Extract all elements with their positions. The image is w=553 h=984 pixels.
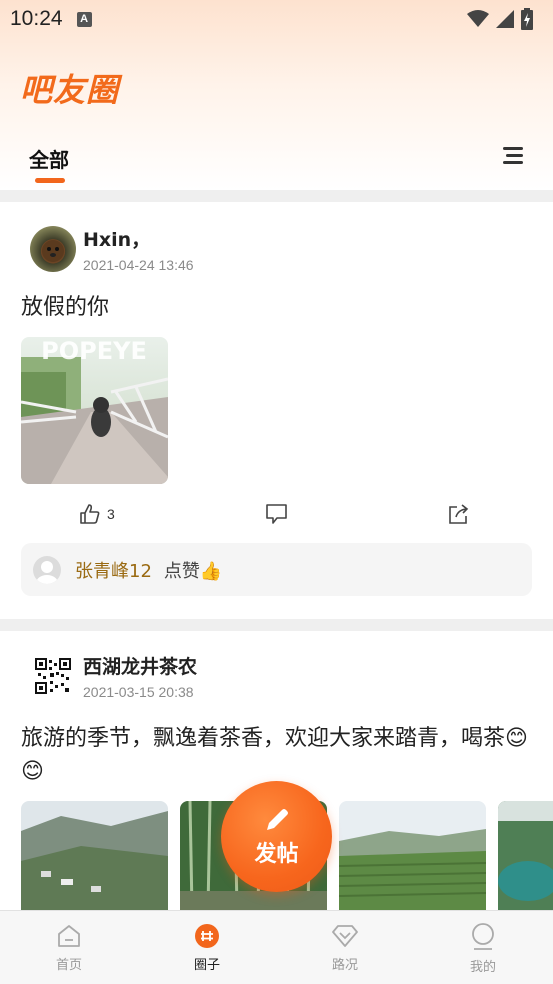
share-icon bbox=[449, 504, 469, 524]
tab-active-indicator bbox=[35, 178, 65, 183]
pencil-icon bbox=[266, 808, 288, 830]
home-icon bbox=[58, 925, 80, 947]
battery-icon bbox=[521, 8, 533, 30]
post-image[interactable] bbox=[21, 801, 168, 910]
profile-icon bbox=[472, 923, 494, 950]
bottom-nav: 首页 圈子 路况 我的 bbox=[0, 910, 553, 984]
notification-a-icon: A bbox=[76, 11, 92, 27]
road-diamond-icon bbox=[332, 925, 358, 947]
post-date: 2021-04-24 13:46 bbox=[83, 257, 194, 273]
nav-circle[interactable]: 圈子 bbox=[138, 911, 276, 984]
status-time: 10:24 bbox=[10, 7, 63, 30]
divider bbox=[0, 190, 553, 202]
comment-icon bbox=[266, 504, 287, 524]
tab-all[interactable]: 全部 bbox=[29, 144, 69, 173]
author-avatar[interactable] bbox=[30, 653, 76, 699]
author-name[interactable]: Hxin， bbox=[83, 225, 150, 252]
nav-me[interactable]: 我的 bbox=[414, 911, 552, 984]
divider bbox=[0, 619, 553, 631]
like-text: 点赞👍 bbox=[163, 560, 223, 582]
nav-home[interactable]: 首页 bbox=[0, 911, 138, 984]
likes-box: 张青峰12 点赞👍 bbox=[21, 543, 532, 596]
qr-code-icon bbox=[35, 658, 71, 694]
liker-avatar[interactable] bbox=[33, 555, 61, 584]
app-title: 吧友圈 bbox=[20, 71, 120, 109]
create-post-button[interactable]: 发帖 bbox=[221, 781, 332, 892]
image-overlay-text: POPEYE bbox=[41, 337, 147, 365]
signal-icon bbox=[496, 10, 514, 28]
comment-button[interactable] bbox=[265, 503, 288, 525]
nav-circle-label: 圈子 bbox=[193, 958, 220, 973]
nav-road[interactable]: 路况 bbox=[276, 911, 414, 984]
post-card[interactable]: Hxin， 2021-04-24 13:46 放假的你 POPEYE 3 张青峰… bbox=[0, 202, 553, 619]
nav-road-label: 路况 bbox=[331, 958, 358, 973]
status-bar: 10:24 A bbox=[0, 0, 553, 38]
thumbs-up-icon bbox=[80, 504, 100, 524]
post-date: 2021-03-15 20:38 bbox=[83, 684, 194, 700]
mountain-village-photo bbox=[21, 801, 168, 910]
post-text: 旅游的季节，飘逸着茶香，欢迎大家来踏青，喝茶😊😊 bbox=[21, 726, 528, 784]
tea-field-photo bbox=[339, 801, 486, 910]
menu-icon[interactable] bbox=[503, 146, 525, 166]
default-avatar-icon bbox=[36, 560, 58, 584]
post-text: 放假的你 bbox=[21, 295, 110, 320]
nav-home-label: 首页 bbox=[55, 958, 82, 973]
circle-hash-icon bbox=[195, 924, 219, 948]
nav-me-label: 我的 bbox=[469, 960, 496, 975]
post-image[interactable]: POPEYE bbox=[21, 337, 168, 484]
author-avatar[interactable] bbox=[30, 226, 76, 272]
dog-bridge-photo: POPEYE bbox=[21, 337, 168, 484]
post-image[interactable] bbox=[339, 801, 486, 910]
lake-photo bbox=[498, 801, 553, 910]
share-button[interactable] bbox=[447, 503, 470, 525]
wifi-icon bbox=[467, 10, 489, 27]
liker-name[interactable]: 张青峰12 bbox=[75, 557, 152, 583]
status-icons bbox=[467, 8, 533, 30]
dog-avatar-icon bbox=[42, 240, 64, 262]
author-name[interactable]: 西湖龙井茶农 bbox=[83, 652, 197, 679]
header: 10:24 A 吧友圈 全部 bbox=[0, 0, 553, 190]
like-button[interactable]: 3 bbox=[79, 503, 115, 525]
post-image[interactable] bbox=[498, 801, 553, 910]
like-count: 3 bbox=[107, 506, 115, 522]
create-post-label: 发帖 bbox=[254, 841, 299, 867]
